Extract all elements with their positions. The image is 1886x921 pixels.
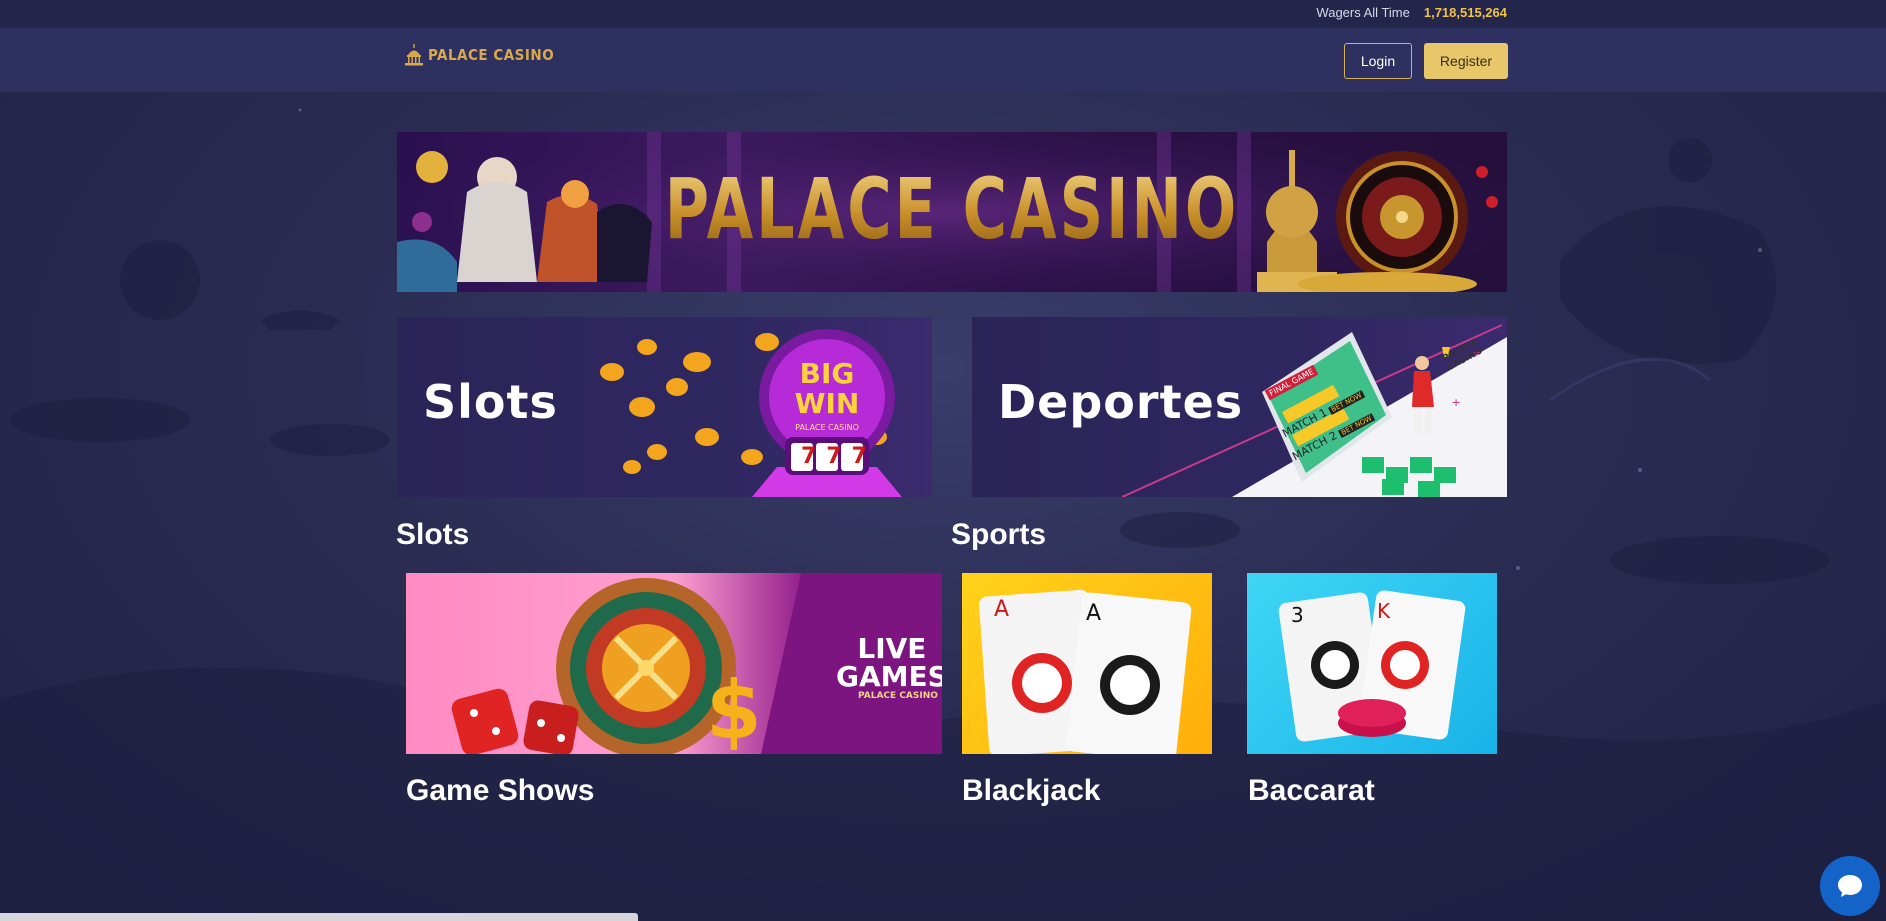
live-games-subtitle: PALACE CASINO	[858, 691, 938, 701]
svg-text:+: +	[1452, 394, 1460, 410]
baccarat-card-2-rank: K	[1377, 599, 1391, 623]
game-card-blackjack[interactable]: A A	[962, 573, 1212, 754]
big-win-subtitle: PALACE CASINO	[795, 423, 859, 432]
game-card-baccarat[interactable]: 3 K	[1247, 573, 1497, 754]
register-button[interactable]: Register	[1424, 43, 1508, 79]
section-heading-slots: Slots	[396, 518, 470, 551]
big-win-bottom: WIN	[794, 387, 860, 420]
game-card-game-shows[interactable]: $ LIVE GAMES PALACE CASINO	[406, 573, 942, 754]
game-title-blackjack[interactable]: Blackjack	[962, 774, 1100, 808]
big-win-badge: BIG WIN	[785, 359, 869, 419]
category-tile-deportes[interactable]: + + Deportes PALACE CASINO FINAL GAME MA…	[972, 317, 1507, 497]
hero-banner[interactable]: PALACE CASINO	[397, 132, 1507, 292]
wagers-counter: Wagers All Time 1,718,515,264	[1316, 5, 1507, 20]
live-games-line-1: LIVE	[857, 632, 927, 665]
top-bar: Wagers All Time 1,718,515,264	[0, 0, 1886, 28]
live-chat-button[interactable]	[1820, 856, 1880, 916]
logo-text: PALACE CASINO	[428, 46, 555, 64]
site-header: PALACE CASINO Login Register	[0, 28, 1886, 92]
slot-reels: 777	[801, 444, 877, 469]
game-title-game-shows[interactable]: Game Shows	[406, 774, 594, 808]
login-button[interactable]: Login	[1344, 43, 1412, 79]
wagers-value: 1,718,515,264	[1423, 5, 1507, 20]
capitol-dome-icon	[405, 44, 423, 66]
wagers-label: Wagers All Time	[1316, 5, 1410, 20]
baccarat-card-1-rank: 3	[1291, 603, 1304, 627]
category-tile-slots[interactable]: Slots BIG WIN PALACE CASINO 777	[397, 317, 932, 497]
chat-bubble-icon	[1838, 875, 1862, 897]
site-logo[interactable]: PALACE CASINO	[404, 44, 554, 66]
hero-title: PALACE CASINO	[552, 160, 1351, 258]
blackjack-card-2-rank: A	[1086, 601, 1102, 626]
blackjack-card-1-rank: A	[994, 597, 1010, 622]
category-label: Slots	[423, 375, 558, 429]
live-games-title: LIVE GAMES	[836, 635, 942, 691]
browser-status-bar	[0, 913, 638, 921]
category-label: Deportes	[998, 375, 1244, 429]
live-games-line-2: GAMES	[836, 660, 942, 693]
game-title-baccarat[interactable]: Baccarat	[1248, 774, 1375, 808]
svg-text:$: $	[706, 664, 762, 754]
big-win-top: BIG	[799, 357, 855, 390]
baccarat-artwork	[1278, 590, 1466, 742]
section-heading-sports: Sports	[951, 518, 1047, 551]
